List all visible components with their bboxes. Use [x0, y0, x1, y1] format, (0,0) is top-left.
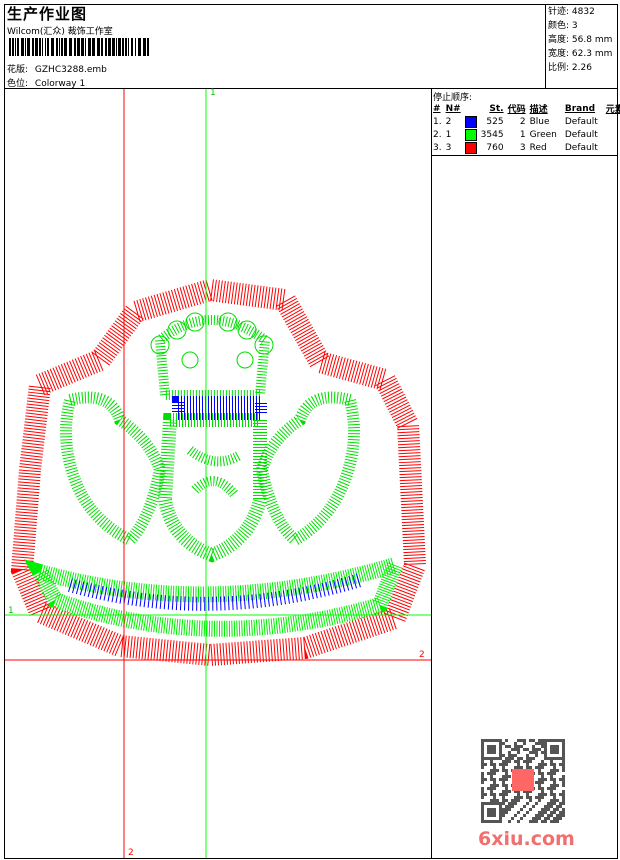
company-name: Wilcom(汇众) 裁饰工作室 — [7, 27, 113, 37]
table-header: # N# St. 代码 描述 Brand 元素 — [431, 102, 620, 116]
height-value: 56.8 mm — [571, 35, 613, 45]
colorway: 色位: Colorway 1 — [7, 76, 85, 89]
stop-row: 1. 2 525 2 Blue Default — [431, 115, 620, 128]
scale-label: 比例: — [548, 63, 570, 73]
row-code: 3 — [519, 142, 526, 153]
width-label: 宽度: — [548, 49, 570, 59]
row-swatch — [463, 128, 479, 141]
stop-row: 2. 1 3545 1 Green Default — [431, 128, 620, 141]
table-divider — [431, 155, 618, 156]
width-row: 宽度: 62.3 mm — [548, 47, 612, 61]
colorway-value: Colorway 1 — [34, 79, 86, 89]
row-number: 3 — [445, 142, 452, 153]
design-value: GZHC3288.emb — [34, 65, 107, 75]
scale-row: 比例: 2.26 — [548, 61, 612, 75]
row-index: 1. — [433, 116, 442, 127]
col-stitches: St. — [489, 103, 504, 114]
barcode — [9, 38, 149, 56]
row-brand: Default — [564, 142, 598, 153]
row-stitches: 525 — [486, 116, 504, 127]
row-description: Red — [529, 142, 547, 153]
row-code: 1 — [519, 129, 526, 140]
width-value: 62.3 mm — [571, 49, 613, 59]
stop-row: 3. 3 760 3 Red Default — [431, 141, 620, 154]
row-index: 2. — [433, 129, 442, 140]
scale-value: 2.26 — [571, 63, 592, 73]
guide-label-green-left: 1 — [8, 606, 14, 616]
design-label: 花版: — [7, 65, 29, 75]
col-brand: Brand — [564, 103, 596, 114]
colorway-label: 色位: — [7, 79, 29, 89]
row-stitches: 760 — [486, 142, 504, 153]
design-name: 花版: GZHC3288.emb — [7, 62, 107, 75]
col-index: # — [433, 103, 441, 114]
colors-label: 颜色: — [548, 21, 570, 31]
guide-label-red-bottom: 2 — [128, 848, 134, 858]
stitches-value: 4832 — [571, 7, 595, 17]
stitches-row: 针迹: 4832 — [548, 5, 612, 19]
guide-label-red-right: 2 — [419, 650, 425, 660]
row-brand: Default — [564, 129, 598, 140]
colors-row: 颜色: 3 — [548, 19, 612, 33]
row-description: Blue — [529, 116, 550, 127]
panel-divider — [431, 88, 432, 859]
col-swatch — [463, 102, 479, 115]
height-row: 高度: 56.8 mm — [548, 33, 612, 47]
row-brand: Default — [564, 116, 598, 127]
watermark-text: 6xiu.com — [478, 828, 575, 850]
guide-label-green-top: 1 — [210, 88, 216, 98]
row-code: 2 — [519, 116, 526, 127]
page-title: 生产作业图 — [7, 5, 88, 23]
row-number: 1 — [445, 129, 452, 140]
row-stitches: 3545 — [480, 129, 504, 140]
row-swatch — [463, 115, 479, 128]
row-index: 3. — [433, 142, 442, 153]
color-swatch — [464, 115, 477, 128]
seal-stamp — [512, 769, 534, 791]
height-label: 高度: — [548, 35, 570, 45]
col-number: N# — [445, 103, 461, 114]
design-canvas — [5, 89, 431, 858]
info-divider — [545, 4, 546, 88]
stitches-label: 针迹: — [548, 7, 570, 17]
stop-sequence-table: # N# St. 代码 描述 Brand 元素 1. 2 525 2 Blue … — [431, 102, 620, 154]
color-swatch — [464, 128, 477, 141]
info-box: 针迹: 4832 颜色: 3 高度: 56.8 mm 宽度: 62.3 mm 比… — [548, 5, 612, 75]
row-number: 2 — [445, 116, 452, 127]
colors-value: 3 — [571, 21, 578, 31]
col-code: 代码 — [507, 105, 526, 115]
col-description: 描述 — [529, 105, 548, 115]
color-swatch — [464, 141, 477, 154]
row-swatch — [463, 141, 479, 154]
col-element: 元素 — [605, 105, 620, 115]
row-description: Green — [529, 129, 557, 140]
